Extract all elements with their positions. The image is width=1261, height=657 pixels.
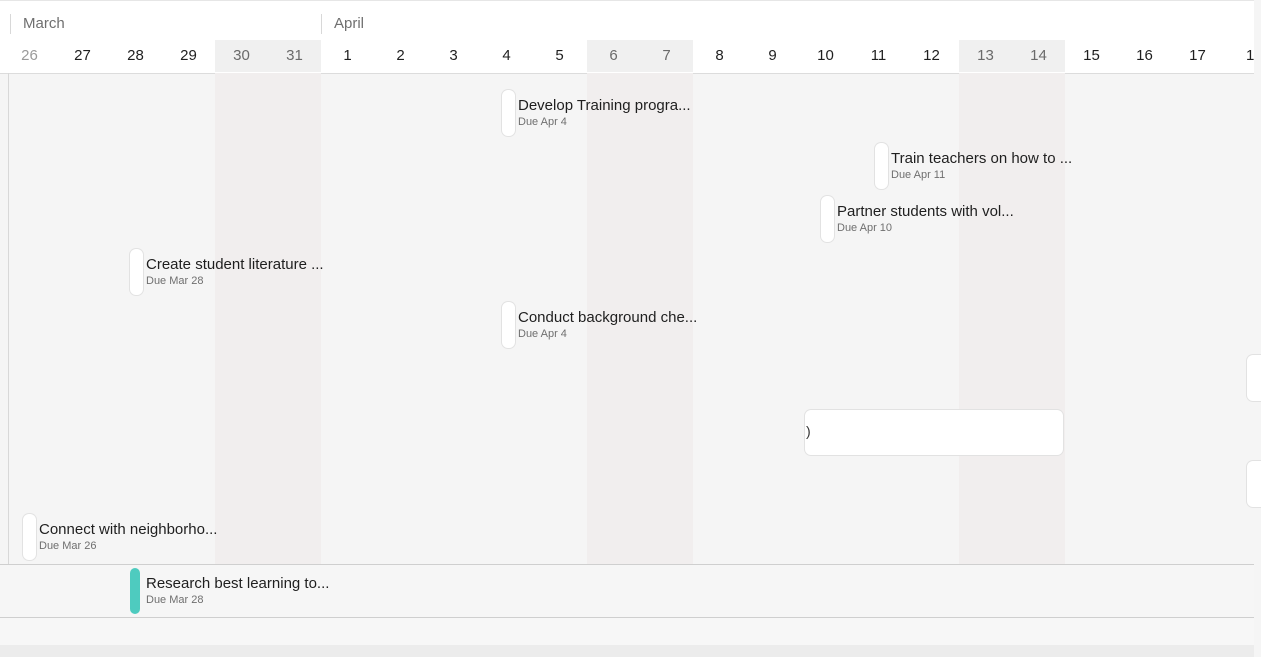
task-title: Train teachers on how to ... [891, 150, 1073, 167]
day-header[interactable]: 31 [268, 40, 321, 72]
task-due-date: Due Mar 28 [146, 275, 204, 287]
task-title-input[interactable]: ) [806, 423, 811, 439]
timeline-grid[interactable]: Develop Training progra... Due Apr 4 Tra… [0, 73, 1261, 657]
scroll-area-bottom [0, 645, 1254, 657]
task-due-date: Due Apr 11 [891, 169, 946, 181]
day-header[interactable]: 7 [640, 40, 693, 72]
day-header[interactable]: 17 [1171, 40, 1224, 72]
task-title: Connect with neighborho... [39, 521, 218, 538]
task-bar-completed[interactable] [130, 568, 140, 614]
day-header[interactable]: 28 [109, 40, 162, 72]
task-title: Conduct background che... [518, 309, 698, 326]
day-header[interactable]: 27 [56, 40, 109, 72]
day-header[interactable]: 11 [852, 40, 905, 72]
task-due-date: Due Mar 26 [39, 540, 97, 552]
task-card-editing[interactable]: ) [805, 410, 1063, 455]
day-header[interactable]: 2 [374, 40, 427, 72]
month-label-march: March [10, 14, 65, 34]
day-header[interactable]: 30 [215, 40, 268, 72]
day-header[interactable]: 16 [1118, 40, 1171, 72]
day-header[interactable]: 9 [746, 40, 799, 72]
task-title: Create student literature ... [146, 256, 324, 273]
task-title: Develop Training progra... [518, 97, 691, 114]
task-bar[interactable] [502, 302, 515, 348]
day-header[interactable]: 14 [1012, 40, 1065, 72]
timeline-header: March April 26 27 28 29 30 31 1 2 3 4 5 … [0, 0, 1254, 74]
task-bar[interactable] [821, 196, 834, 242]
month-label-april: April [321, 14, 364, 34]
day-header[interactable]: 5 [533, 40, 586, 72]
day-header[interactable]: 29 [162, 40, 215, 72]
task-bar[interactable] [875, 143, 888, 189]
day-header[interactable]: 6 [587, 40, 640, 72]
day-header[interactable]: 4 [480, 40, 533, 72]
day-header[interactable]: 8 [693, 40, 746, 72]
task-title: Research best learning to... [146, 575, 330, 592]
task-bar[interactable] [23, 514, 36, 560]
day-header[interactable]: 1 [321, 40, 374, 72]
task-card-offscreen[interactable] [1247, 461, 1261, 507]
task-card-offscreen[interactable] [1247, 355, 1261, 401]
day-header[interactable]: 3 [427, 40, 480, 72]
day-header[interactable]: 18 [1224, 40, 1254, 72]
day-header[interactable]: 15 [1065, 40, 1118, 72]
task-bar[interactable] [502, 90, 515, 136]
task-due-date: Due Mar 28 [146, 594, 204, 606]
day-header[interactable]: 10 [799, 40, 852, 72]
section-row[interactable]: Research best learning to... Due Mar 28 [0, 565, 1254, 618]
task-due-date: Due Apr 4 [518, 116, 567, 128]
day-header[interactable]: 13 [959, 40, 1012, 72]
day-header[interactable]: 26 [3, 40, 56, 72]
task-due-date: Due Apr 4 [518, 328, 567, 340]
task-title: Partner students with vol... [837, 203, 1014, 220]
task-due-date: Due Apr 10 [837, 222, 893, 234]
task-bar[interactable] [130, 249, 143, 295]
day-header[interactable]: 12 [905, 40, 958, 72]
